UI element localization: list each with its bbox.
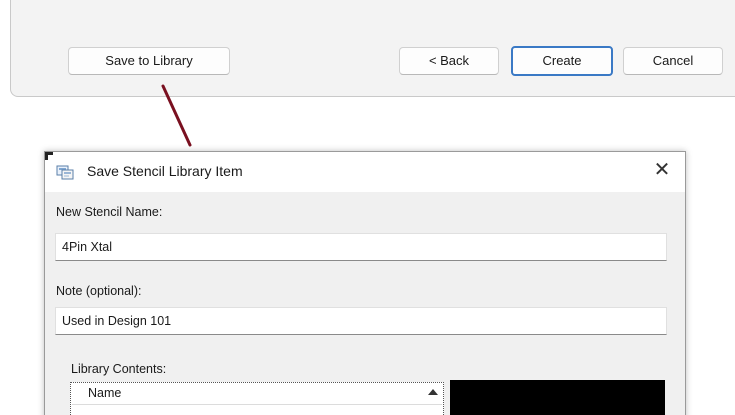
library-contents-list[interactable]: Name [70, 382, 444, 415]
dialog-title-bar[interactable]: Save Stencil Library Item ✕ [45, 152, 685, 192]
note-label: Note (optional): [56, 284, 142, 298]
screenshot-stage: Save to Library < Back Create Cancel Sav… [0, 0, 735, 415]
save-stencil-dialog: Save Stencil Library Item ✕ New Stencil … [44, 151, 686, 415]
create-button[interactable]: Create [511, 46, 613, 76]
dialog-title: Save Stencil Library Item [87, 163, 243, 179]
wizard-button-panel: Save to Library < Back Create Cancel [10, 0, 735, 97]
stencil-preview-pane [450, 380, 665, 415]
sort-ascending-icon [428, 389, 438, 395]
dialog-corner-mark [45, 152, 53, 160]
save-to-library-button[interactable]: Save to Library [68, 47, 230, 75]
note-input[interactable] [55, 307, 667, 335]
cancel-button[interactable]: Cancel [623, 47, 723, 75]
stencil-name-input[interactable] [55, 233, 667, 261]
close-icon[interactable]: ✕ [653, 160, 671, 180]
stencil-library-icon [56, 165, 74, 180]
stencil-name-label: New Stencil Name: [56, 205, 163, 219]
library-contents-label: Library Contents: [71, 362, 167, 376]
library-name-column-header[interactable]: Name [72, 384, 442, 405]
back-button[interactable]: < Back [399, 47, 499, 75]
name-column-label: Name [88, 386, 122, 400]
